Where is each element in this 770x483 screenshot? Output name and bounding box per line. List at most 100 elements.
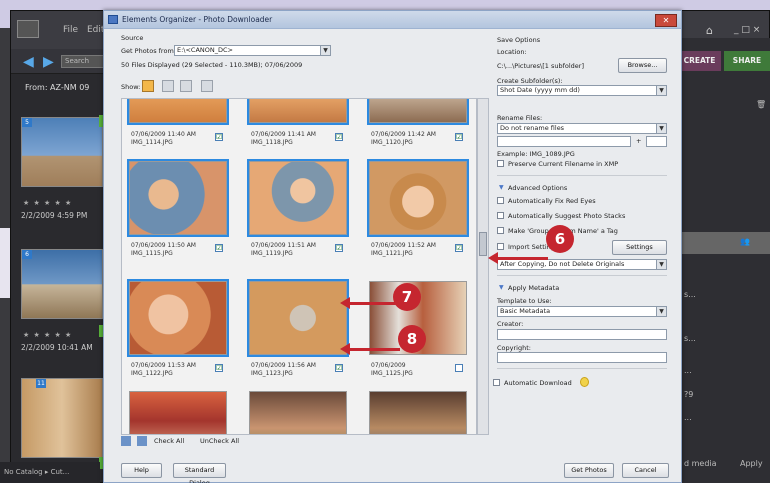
grid-scrollbar[interactable] xyxy=(477,98,489,435)
collapse-arrow-icon[interactable]: ▼ xyxy=(499,184,504,191)
photo-thumbnail[interactable] xyxy=(129,391,227,434)
show-audio-icon[interactable] xyxy=(180,80,192,92)
search-input[interactable]: Search xyxy=(61,55,109,68)
import-settings-checkbox[interactable] xyxy=(497,243,504,250)
photo-date: 07/06/2009 11:41 AM xyxy=(251,131,316,138)
show-video-icon[interactable] xyxy=(162,80,174,92)
suggest-stacks-label: Automatically Suggest Photo Stacks xyxy=(508,212,626,220)
chevron-down-icon: ▼ xyxy=(656,307,666,316)
photo-checkbox[interactable]: ☑ xyxy=(455,133,463,141)
template-value: Basic Metadata xyxy=(500,307,551,315)
automatic-download-checkbox[interactable] xyxy=(493,379,500,386)
apply-metadata-heading[interactable]: Apply Metadata xyxy=(508,284,559,292)
check-all-button[interactable]: Check All xyxy=(154,437,184,445)
rename-example: Example: IMG_1089.JPG xyxy=(497,150,575,158)
show-pdf-icon[interactable] xyxy=(201,80,213,92)
rating-stars[interactable]: ★ ★ ★ ★ ★ xyxy=(23,331,72,339)
auto-fix-red-eyes-checkbox[interactable] xyxy=(497,197,504,204)
panel-text: ... xyxy=(684,413,692,422)
back-arrow-icon[interactable]: ◀ xyxy=(23,55,39,69)
photo-date: 07/06/2009 11:50 AM xyxy=(131,242,196,249)
photo-thumbnail[interactable] xyxy=(247,279,349,357)
rating-stars[interactable]: ★ ★ ★ ★ ★ xyxy=(23,199,72,207)
suggest-stacks-checkbox[interactable] xyxy=(497,212,504,219)
photo-thumbnail[interactable] xyxy=(127,99,229,125)
photo-thumbnail[interactable] xyxy=(127,159,229,237)
get-photos-button[interactable]: Get Photos xyxy=(564,463,614,478)
advanced-options-heading[interactable]: Advanced Options xyxy=(508,184,567,192)
photo-thumbnail[interactable] xyxy=(367,99,469,125)
photo-checkbox[interactable]: ☑ xyxy=(335,364,343,372)
photo-checkbox[interactable]: ☑ xyxy=(215,364,223,372)
template-dropdown[interactable]: Basic Metadata ▼ xyxy=(497,306,667,317)
media-thumbnail[interactable]: 5 xyxy=(21,117,103,187)
rotate-left-icon[interactable] xyxy=(121,436,131,446)
chevron-down-icon: ▼ xyxy=(656,124,666,133)
show-label: Show: xyxy=(121,83,141,91)
photo-checkbox[interactable]: ☑ xyxy=(455,244,463,252)
help-button[interactable]: Help xyxy=(121,463,162,478)
trash-icon[interactable]: 🗑 xyxy=(756,100,766,109)
photo-thumbnail[interactable] xyxy=(367,159,469,237)
after-copying-dropdown[interactable]: After Copying, Do not Delete Originals ▼ xyxy=(497,259,667,270)
lightbulb-icon[interactable] xyxy=(580,377,589,387)
browse-button[interactable]: Browse... xyxy=(618,58,667,73)
forward-arrow-icon[interactable]: ▶ xyxy=(43,55,59,69)
window-controls[interactable]: _ □ × xyxy=(734,25,760,35)
media-date: 2/2/2009 10:41 AM xyxy=(21,343,93,352)
apply-button[interactable]: Apply xyxy=(740,459,763,468)
photo-checkbox[interactable]: ☑ xyxy=(335,244,343,252)
copyright-input[interactable] xyxy=(497,352,667,363)
show-photos-icon[interactable] xyxy=(142,80,154,92)
settings-button[interactable]: Settings xyxy=(612,240,667,255)
home-icon[interactable]: ⌂ xyxy=(706,24,713,37)
preserve-filename-checkbox[interactable] xyxy=(497,160,504,167)
photo-filename: IMG_1121.JPG xyxy=(371,250,413,257)
get-photos-label: Get Photos from: xyxy=(121,47,176,55)
share-tab[interactable]: SHARE xyxy=(724,51,770,71)
rename-number-field[interactable] xyxy=(646,136,667,147)
close-icon[interactable]: ✕ xyxy=(655,14,677,27)
rename-files-label: Rename Files: xyxy=(497,114,543,122)
photo-checkbox[interactable] xyxy=(455,364,463,372)
create-subfolders-dropdown[interactable]: Shot Date (yyyy mm dd) ▼ xyxy=(497,85,667,96)
photo-checkbox[interactable]: ☑ xyxy=(215,244,223,252)
collapse-arrow-icon[interactable]: ▼ xyxy=(499,284,504,291)
photo-date: 07/06/2009 11:42 AM xyxy=(371,131,436,138)
photo-thumbnail[interactable] xyxy=(247,159,349,237)
media-number-badge: 6 xyxy=(22,250,32,259)
from-label: From: AZ-NM 09 xyxy=(25,83,90,92)
photo-thumbnail[interactable] xyxy=(247,99,349,125)
rename-files-dropdown[interactable]: Do not rename files ▼ xyxy=(497,123,667,134)
media-thumbnail[interactable]: 6 xyxy=(21,249,103,319)
photo-date: 07/06/2009 11:56 AM xyxy=(251,362,316,369)
photo-checkbox[interactable]: ☑ xyxy=(335,133,343,141)
photo-thumbnail[interactable] xyxy=(127,279,229,357)
template-label: Template to Use: xyxy=(497,297,552,305)
rename-custom-field[interactable] xyxy=(497,136,631,147)
photo-thumbnail[interactable] xyxy=(249,391,347,434)
rotate-right-icon[interactable] xyxy=(137,436,147,446)
photo-filename: IMG_1122.JPG xyxy=(131,370,173,377)
photo-checkbox[interactable]: ☑ xyxy=(215,133,223,141)
menu-edit[interactable]: Edit xyxy=(87,25,104,35)
get-photos-dropdown[interactable]: E:\<CANON_DC> ▼ xyxy=(174,45,331,56)
add-media-button[interactable]: d media xyxy=(684,459,717,468)
standard-dialog-button[interactable]: Standard Dialog xyxy=(173,463,226,483)
panel-text: s... xyxy=(684,334,696,343)
chevron-down-icon: ▼ xyxy=(656,260,666,269)
photo-thumbnail[interactable] xyxy=(369,391,467,434)
creator-input[interactable] xyxy=(497,329,667,340)
dialog-title: Elements Organizer - Photo Downloader xyxy=(122,15,273,24)
people-icon: 👥 xyxy=(740,237,750,246)
media-thumbnail[interactable]: 11 xyxy=(21,378,103,458)
thumbnail-grid: 07/06/2009 11:40 AM IMG_1114.JPG ☑ 07/06… xyxy=(121,98,477,435)
callout-arrow xyxy=(498,257,548,260)
menu-file[interactable]: File xyxy=(63,25,78,35)
cancel-button[interactable]: Cancel xyxy=(622,463,669,478)
make-group-tag-checkbox[interactable] xyxy=(497,227,504,234)
scrollbar-thumb[interactable] xyxy=(479,232,487,256)
divider xyxy=(497,368,667,369)
uncheck-all-button[interactable]: UnCheck All xyxy=(200,437,239,445)
create-tab[interactable]: CREATE xyxy=(678,51,721,71)
